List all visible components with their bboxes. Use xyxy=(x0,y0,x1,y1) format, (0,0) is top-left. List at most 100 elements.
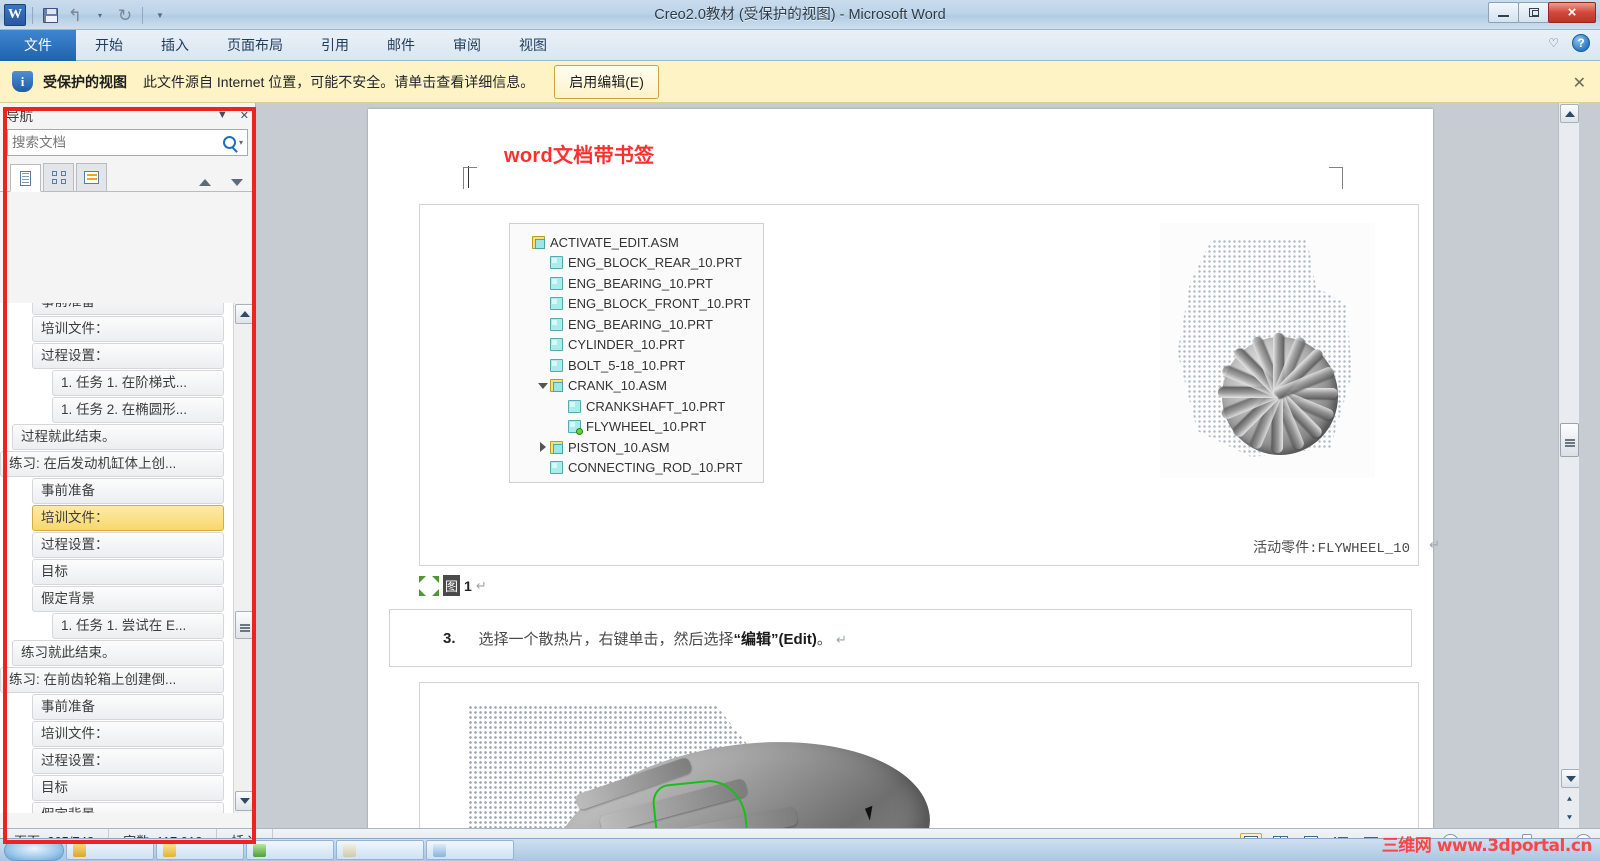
model-tree-row[interactable]: PISTON_10.ASM xyxy=(518,437,763,458)
nav-item[interactable]: 假定背景 xyxy=(32,586,224,612)
search-icon[interactable] xyxy=(222,136,236,149)
nav-item-label: 培训文件： xyxy=(41,726,109,741)
nav-item[interactable]: 事前准备 xyxy=(32,478,224,504)
close-icon[interactable]: ✕ xyxy=(1573,73,1586,93)
navigation-scrollbar[interactable] xyxy=(233,303,255,813)
previous-heading-icon[interactable] xyxy=(199,179,211,186)
tab-document-map[interactable] xyxy=(10,164,41,192)
page-thumbnails-icon xyxy=(51,171,66,184)
next-page-icon[interactable]: ⯆ xyxy=(1560,810,1579,827)
nav-item[interactable]: 1. 任务 1. 在阶梯式... xyxy=(52,370,224,396)
tab-review[interactable]: 审阅 xyxy=(434,30,500,61)
document-vertical-scrollbar[interactable]: ⯅ ⯆ xyxy=(1558,103,1579,828)
taskbar-item[interactable] xyxy=(246,840,334,860)
model-tree-row[interactable]: BOLT_5-18_10.PRT xyxy=(518,355,763,376)
twisty-open-icon[interactable] xyxy=(536,382,550,389)
ribbon-tab-strip: 文件 开始 插入 页面布局 引用 邮件 审阅 视图 ♡ ? xyxy=(0,30,1600,61)
doc-scroll-up-button[interactable] xyxy=(1560,104,1579,123)
help-icon[interactable]: ? xyxy=(1572,34,1590,52)
nav-item[interactable]: 练习就此结束。 xyxy=(12,640,224,666)
model-tree-row[interactable]: CONNECTING_ROD_10.PRT xyxy=(518,458,763,479)
part-icon xyxy=(550,297,563,311)
previous-page-icon[interactable]: ⯅ xyxy=(1560,791,1579,808)
word-application-window: W ↰ ▾ ↻ ▼ Creo2.0教材 (受保护的视图) - Microsoft… xyxy=(0,0,1600,861)
assembly-icon xyxy=(532,235,545,249)
model-tree-label: PISTON_10.ASM xyxy=(568,439,670,455)
tab-page-thumbnails[interactable] xyxy=(43,163,74,191)
model-tree-row[interactable]: ACTIVATE_EDIT.ASM xyxy=(518,232,763,253)
nav-item[interactable]: 过程设置： xyxy=(32,748,224,774)
nav-item[interactable]: 过程设置： xyxy=(32,343,224,369)
nav-item-label: 1. 任务 2. 在椭圆形... xyxy=(61,402,188,417)
restore-button[interactable] xyxy=(1518,2,1549,23)
search-options-icon[interactable]: ▾ xyxy=(239,138,243,147)
model-tree-row[interactable]: ENG_BEARING_10.PRT xyxy=(518,314,763,335)
nav-item[interactable]: 假定背景 xyxy=(32,802,224,813)
paragraph-text: 选择一个散热片，右键单击，然后选择“编辑”(Edit)。 ↵ xyxy=(479,628,847,649)
model-tree-row[interactable]: FLYWHEEL_10.PRT xyxy=(518,417,763,438)
tab-insert[interactable]: 插入 xyxy=(142,30,208,61)
nav-item[interactable]: 事前准备 xyxy=(32,303,224,315)
minimize-button[interactable] xyxy=(1488,2,1519,23)
search-box[interactable]: ▾ xyxy=(7,129,248,156)
nav-item[interactable]: 练习: 在前齿轮箱上创建倒... xyxy=(0,667,224,693)
doc-scroll-down-button[interactable] xyxy=(1561,769,1579,788)
model-tree-row[interactable]: ENG_BEARING_10.PRT xyxy=(518,273,763,294)
paragraph-mark-3: ↵ xyxy=(836,631,847,647)
nav-item[interactable]: 目标 xyxy=(32,775,224,801)
scrollbar-thumb[interactable] xyxy=(235,611,255,639)
scroll-down-button[interactable] xyxy=(235,791,255,811)
main-area: 导航 ▼ ✕ ▾ 事前准备培训文件：过程设置：1. 任务 1. 在阶梯式.. xyxy=(0,103,1600,828)
taskbar-item[interactable] xyxy=(66,840,154,860)
enable-editing-button[interactable]: 启用编辑(E) xyxy=(554,64,659,99)
model-tree-row[interactable]: CRANK_10.ASM xyxy=(518,376,763,397)
twisty-closed-icon[interactable] xyxy=(536,442,550,453)
tab-mailings[interactable]: 邮件 xyxy=(368,30,434,61)
nav-item[interactable]: 培训文件： xyxy=(32,505,224,531)
nav-item[interactable]: 过程就此结束。 xyxy=(12,424,224,450)
expand-image-icon[interactable] xyxy=(419,575,439,596)
nav-item[interactable]: 1. 任务 2. 在椭圆形... xyxy=(52,397,224,423)
text-caret xyxy=(468,166,469,188)
model-tree-row[interactable]: CRANKSHAFT_10.PRT xyxy=(518,396,763,417)
model-tree-label: CRANKSHAFT_10.PRT xyxy=(586,398,726,414)
nav-item[interactable]: 培训文件： xyxy=(32,316,224,342)
tab-search-results[interactable] xyxy=(76,163,107,191)
doc-scrollbar-thumb[interactable] xyxy=(1560,423,1579,457)
collapse-ribbon-icon[interactable]: ♡ xyxy=(1548,36,1559,50)
scroll-up-button[interactable] xyxy=(235,304,255,324)
tab-home[interactable]: 开始 xyxy=(76,30,142,61)
title-bar: W ↰ ▾ ↻ ▼ Creo2.0教材 (受保护的视图) - Microsoft… xyxy=(0,0,1600,30)
tab-view[interactable]: 视图 xyxy=(500,30,566,61)
document-canvas[interactable]: word文档带书签 ACTIVATE_EDIT.ASM ENG_BLOCK_REA… xyxy=(257,103,1579,828)
figure-caption-text: 活动零件:FLYWHEEL_10 xyxy=(1253,541,1410,557)
close-button[interactable]: × xyxy=(1548,2,1596,23)
model-tree-row[interactable]: ENG_BLOCK_REAR_10.PRT xyxy=(518,253,763,274)
document-map-icon xyxy=(20,170,31,186)
nav-item-label: 培训文件： xyxy=(41,321,109,336)
taskbar-item[interactable] xyxy=(156,840,244,860)
nav-item[interactable]: 过程设置： xyxy=(32,532,224,558)
chevron-down-icon[interactable]: ▼ xyxy=(217,109,228,121)
start-button[interactable] xyxy=(4,839,64,861)
tab-references[interactable]: 引用 xyxy=(302,30,368,61)
search-input[interactable] xyxy=(12,135,223,150)
model-tree-row[interactable]: CYLINDER_10.PRT xyxy=(518,335,763,356)
tab-file[interactable]: 文件 xyxy=(0,30,76,61)
taskbar-item[interactable] xyxy=(336,840,424,860)
nav-item[interactable]: 目标 xyxy=(32,559,224,585)
nav-item-label: 目标 xyxy=(41,564,68,579)
tab-page-layout[interactable]: 页面布局 xyxy=(208,30,302,61)
taskbar-item[interactable] xyxy=(426,840,514,860)
close-icon[interactable]: ✕ xyxy=(240,109,249,122)
nav-item[interactable]: 1. 任务 1. 尝试在 E... xyxy=(52,613,224,639)
nav-item-label: 1. 任务 1. 尝试在 E... xyxy=(61,618,187,633)
next-heading-icon[interactable] xyxy=(231,179,243,186)
nav-item[interactable]: 练习: 在后发动机缸体上创... xyxy=(0,451,224,477)
model-tree-label: ENG_BLOCK_REAR_10.PRT xyxy=(568,255,742,271)
figure-label: 图 1 ↵ xyxy=(419,575,487,596)
nav-item[interactable]: 事前准备 xyxy=(32,694,224,720)
assembly-icon xyxy=(550,440,563,454)
nav-item[interactable]: 培训文件： xyxy=(32,721,224,747)
model-tree-row[interactable]: ENG_BLOCK_FRONT_10.PRT xyxy=(518,294,763,315)
